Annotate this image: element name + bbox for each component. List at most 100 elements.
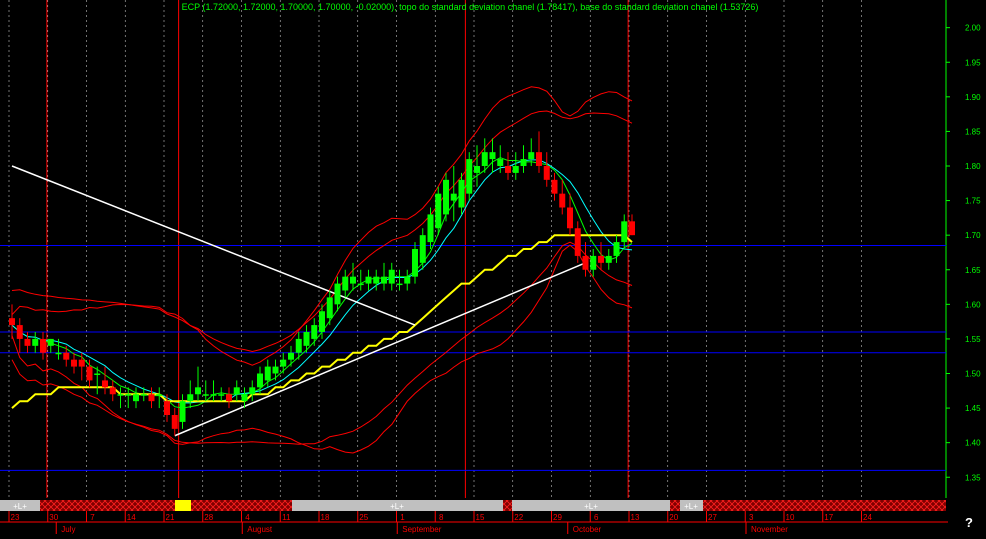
- candle-body: [466, 159, 473, 194]
- signal-block: [175, 500, 191, 511]
- x-day-label: 11: [282, 513, 291, 522]
- candle-body: [257, 373, 263, 388]
- candle-body: [388, 269, 395, 284]
- candle-body: [187, 394, 194, 402]
- candle-body: [613, 242, 620, 256]
- candle-body: [605, 255, 612, 263]
- candle-body: [55, 352, 62, 355]
- candle-body: [210, 394, 217, 396]
- y-tick-label: 1.80: [965, 162, 981, 171]
- y-tick-label: 1.65: [965, 266, 981, 275]
- y-tick-label: 1.45: [965, 404, 981, 413]
- y-tick-label: 1.90: [965, 93, 981, 102]
- candle-body: [78, 359, 85, 367]
- candle-body: [9, 318, 15, 326]
- candle-body: [621, 221, 628, 243]
- candle-body: [590, 255, 597, 270]
- candle-body: [16, 325, 23, 339]
- candle-body: [125, 394, 132, 396]
- x-day-label: 6: [594, 513, 599, 522]
- candle-body: [481, 152, 488, 166]
- y-tick-label: 1.75: [965, 197, 981, 206]
- candle-body: [334, 283, 341, 305]
- candle: [443, 172, 449, 222]
- x-month-label: July: [61, 525, 75, 534]
- y-tick-label: 1.60: [965, 300, 981, 309]
- candle-body: [582, 255, 589, 270]
- candle-body: [71, 359, 77, 367]
- y-tick-label: 1.50: [965, 370, 981, 379]
- candle-body: [171, 415, 178, 429]
- x-day-label: 30: [49, 513, 58, 522]
- candle-body: [381, 276, 387, 284]
- x-day-label: 1: [400, 513, 405, 522]
- candle-body: [241, 394, 248, 402]
- candle-body: [40, 338, 46, 353]
- x-day-label: 22: [514, 513, 523, 522]
- y-tick-label: 1.35: [965, 473, 981, 482]
- chart-header: ECP (1.72000, 1.72000, 1.70000, 1.70000,…: [182, 2, 759, 12]
- x-day-label: 3: [749, 513, 754, 522]
- y-tick-label: 1.70: [965, 231, 981, 240]
- x-month-label: November: [751, 525, 788, 534]
- candle-body: [512, 166, 519, 173]
- candle-body: [357, 283, 364, 286]
- candle-body: [373, 276, 380, 284]
- candle-body: [528, 152, 535, 160]
- candle-body: [443, 179, 449, 215]
- candle-body: [474, 166, 480, 173]
- candle-body: [233, 387, 240, 395]
- x-day-label: 10: [786, 513, 795, 522]
- candle-body: [303, 332, 310, 346]
- candle-body: [559, 193, 566, 208]
- candle-body: [63, 352, 70, 360]
- candle-body: [427, 214, 434, 243]
- candle-body: [202, 394, 209, 396]
- candle-body: [24, 338, 31, 346]
- x-day-label: 18: [321, 513, 330, 522]
- candle-body: [543, 166, 550, 180]
- candle-body: [435, 193, 442, 229]
- candle-body: [574, 228, 581, 256]
- candle-body: [94, 373, 101, 375]
- candle-body: [342, 276, 349, 291]
- x-month-label: October: [573, 525, 602, 534]
- y-tick-label: 1.40: [965, 439, 981, 448]
- candle-body: [156, 394, 163, 396]
- signal-label: +L+: [584, 502, 598, 511]
- candle-body: [179, 401, 186, 422]
- x-day-label: 21: [166, 513, 175, 522]
- y-tick-label: 2.00: [965, 24, 981, 33]
- x-day-label: 23: [11, 513, 20, 522]
- x-day-label: 15: [476, 513, 485, 522]
- candle-body: [272, 366, 279, 374]
- y-tick-label: 1.95: [965, 58, 981, 67]
- candle-body: [140, 394, 147, 396]
- candle-body: [598, 255, 604, 263]
- candle-body: [280, 359, 287, 367]
- x-day-label: 29: [553, 513, 562, 522]
- x-month-label: September: [402, 525, 441, 534]
- candle-body: [133, 394, 139, 402]
- x-day-label: 7: [90, 513, 95, 522]
- candle-body: [567, 207, 573, 229]
- y-tick-label: 1.55: [965, 335, 981, 344]
- candle-body: [419, 235, 426, 263]
- signal-label: +L+: [390, 502, 404, 511]
- candle-body: [536, 152, 542, 166]
- x-day-label: 8: [439, 513, 444, 522]
- x-day-label: 14: [127, 513, 136, 522]
- candle-body: [505, 166, 511, 173]
- candle-body: [164, 401, 170, 415]
- candle-body: [311, 325, 318, 339]
- x-day-label: 24: [863, 513, 872, 522]
- x-day-label: 17: [824, 513, 833, 522]
- x-day-label: 27: [708, 513, 717, 522]
- chart-svg: 2.00 1.95 1.90 1.85 1.80 1.75 1.70 1.65 1.60 1.55…: [0, 0, 986, 534]
- help-button[interactable]: ?: [958, 514, 980, 532]
- candle-body: [86, 366, 93, 381]
- x-day-label: 13: [631, 513, 640, 522]
- candle-body: [365, 276, 372, 284]
- x-month-label: August: [247, 525, 273, 534]
- candle-body: [458, 179, 465, 208]
